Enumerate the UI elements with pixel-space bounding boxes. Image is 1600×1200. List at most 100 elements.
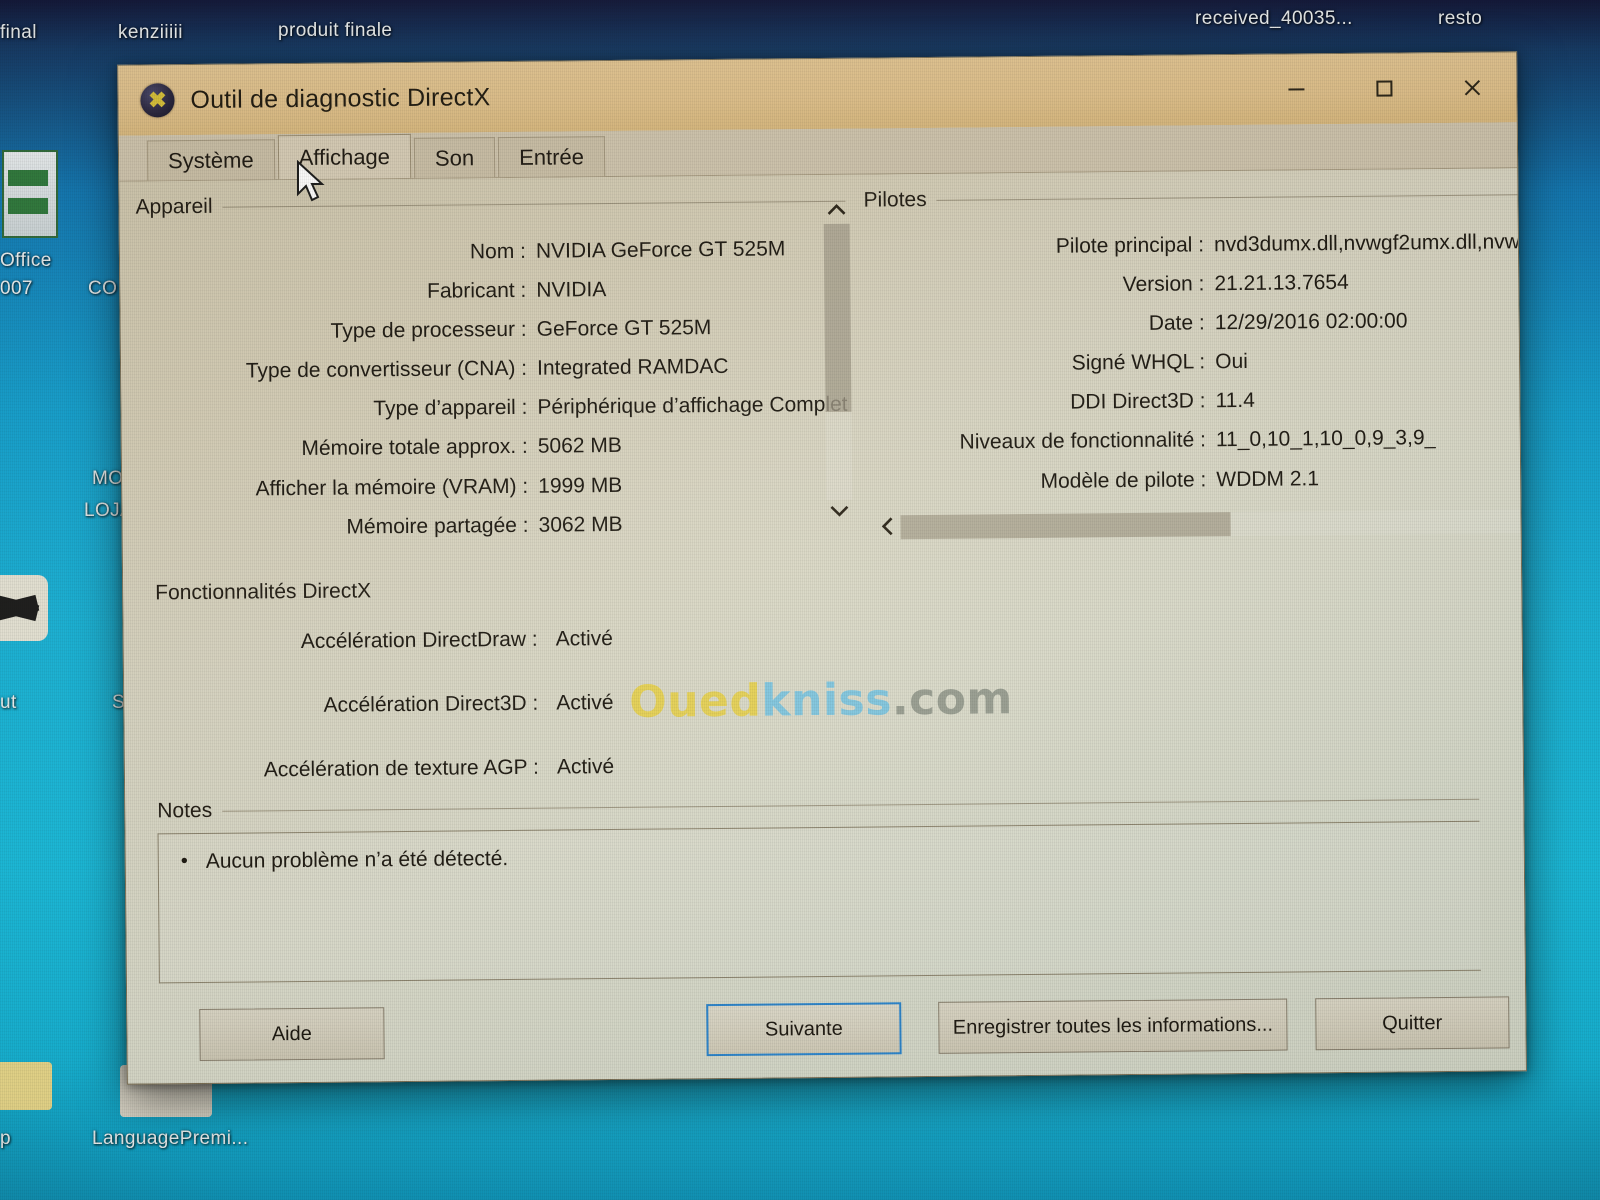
desktop-icon-office[interactable]: Office — [0, 250, 52, 272]
desktop-icon-glyph-office-inner — [8, 170, 48, 186]
desktop: final kenziiiii produit finale received_400… — [0, 0, 1600, 1200]
drivers-group-title: Pilotes — [864, 182, 1526, 213]
note-item: • Aucun problème n’a été détecté. — [181, 838, 1480, 874]
field-value: 1999 MB — [538, 473, 623, 498]
tab-syst-me[interactable]: Système — [146, 139, 275, 181]
scroll-track[interactable] — [900, 509, 1526, 540]
field-row: Date : 12/29/2016 02:00:00 — [865, 308, 1526, 338]
maximize-icon[interactable] — [1340, 53, 1429, 124]
desktop-icon-office-year[interactable]: 007 — [0, 278, 33, 300]
tab-entr-e[interactable]: Entrée — [497, 136, 606, 178]
dxdiag-window[interactable]: ✖ Outil de diagnostic DirectX Système Aff… — [117, 51, 1527, 1085]
scroll-track[interactable] — [823, 223, 853, 500]
desktop-icon-produit-finale[interactable]: produit finale — [278, 20, 392, 42]
field-label: Mémoire partagée : — [346, 513, 529, 539]
directx-feature-label: Accélération de texture AGP : — [263, 755, 540, 782]
scroll-thumb[interactable] — [823, 223, 852, 412]
field-value: NVIDIA GeForce GT 525M — [535, 237, 786, 263]
directx-feature-label: Accélération DirectDraw : — [300, 627, 538, 654]
minimize-icon[interactable] — [1252, 54, 1341, 125]
field-value: nvd3dumx.dll,nvwgf2umx.dll,nvwgf2u — [1213, 229, 1526, 257]
save-all-info-button[interactable]: Enregistrer toutes les informations... — [937, 998, 1289, 1054]
chevron-left-icon[interactable] — [875, 515, 901, 540]
field-value: 11.4 — [1215, 389, 1255, 413]
notes-box: • Aucun problème n’a été détecté. — [157, 820, 1481, 984]
field-value: 21.21.13.7654 — [1214, 271, 1349, 296]
tab-affichage[interactable]: Affichage — [277, 133, 412, 180]
field-label: Niveaux de fonctionnalité : — [959, 428, 1207, 455]
field-row: Niveaux de fonctionnalité : 11_0,10_1,10_… — [866, 425, 1526, 455]
desktop-icon-p[interactable]: p — [0, 1128, 11, 1150]
drivers-field-list: Pilote principal : nvd3dumx.dll,nvwgf2umx… — [864, 230, 1526, 494]
window-title: Outil de diagnostic DirectX — [190, 82, 491, 114]
field-label: Type de processeur : — [330, 318, 527, 343]
next-button[interactable]: Suivante — [706, 1002, 902, 1057]
window-body: Appareil Nom : NVIDIA GeForce GT 525M Fabr… — [119, 168, 1526, 1084]
field-row: Afficher la mémoire (VRAM) : 1999 MB — [138, 471, 848, 501]
field-value: GeForce GT 525M — [536, 316, 712, 341]
directx-feature-label: Accélération Direct3D : — [323, 691, 539, 717]
window-titlebar[interactable]: ✖ Outil de diagnostic DirectX — [118, 52, 1517, 136]
device-vertical-scrollbar[interactable] — [820, 203, 857, 521]
field-row: Type d’appareil : Périphérique d’affichag… — [137, 393, 847, 423]
desktop-icon-ut[interactable]: ut — [0, 692, 17, 714]
footer-buttons: Aide Suivante Enregistrer toutes les inf… — [143, 990, 1510, 1067]
device-group-title: Appareil — [135, 189, 845, 220]
field-label: Signé WHQL : — [1071, 350, 1206, 375]
drivers-horizontal-scrollbar[interactable] — [875, 504, 1526, 545]
desktop-icon-resto[interactable]: resto — [1438, 8, 1482, 30]
scroll-thumb[interactable] — [900, 512, 1231, 540]
desktop-icon-glyph-folder-yellow[interactable] — [0, 1062, 52, 1110]
field-value: 5062 MB — [537, 434, 622, 459]
field-row: DDI Direct3D : 11.4 — [865, 386, 1525, 416]
field-label: Modèle de pilote : — [1040, 467, 1207, 493]
directx-feature-value: Activé — [556, 691, 614, 715]
watermark-part-1: Oued — [629, 675, 762, 728]
desktop-icon-final[interactable]: final — [0, 22, 37, 44]
note-text: Aucun problème n’a été détecté. — [205, 847, 509, 873]
field-row: Mémoire partagée : 3062 MB — [138, 510, 848, 540]
desktop-icon-glyph-office-inner2 — [8, 198, 48, 214]
field-row: Nom : NVIDIA GeForce GT 525M — [136, 237, 846, 267]
field-label: Type de convertisseur (CNA) : — [245, 357, 528, 383]
field-label: Fabricant : — [426, 278, 527, 303]
directx-feature-row: Accélération DirectDraw : Activé — [156, 624, 876, 655]
field-label: Mémoire totale approx. : — [301, 435, 528, 461]
quit-button[interactable]: Quitter — [1314, 996, 1510, 1051]
field-row: Type de convertisseur (CNA) : Integrated … — [137, 354, 847, 384]
tab-son[interactable]: Son — [413, 137, 496, 178]
notes-section: Notes • Aucun problème n’a été détecté. — [157, 786, 1503, 984]
field-value: 11_0,10_1,10_0,9_3,9_ — [1215, 426, 1437, 452]
chevron-up-icon[interactable] — [826, 203, 848, 220]
field-label: Date : — [1148, 311, 1205, 336]
watermark-part-3: .com — [891, 673, 1014, 726]
desktop-icon-received[interactable]: received_40035... — [1195, 8, 1353, 30]
field-row: Mémoire totale approx. : 5062 MB — [138, 432, 848, 462]
field-value: Integrated RAMDAC — [536, 355, 729, 381]
desktop-icon-mo[interactable]: MO — [92, 468, 123, 490]
field-value: 3062 MB — [538, 512, 623, 537]
window-controls — [1252, 52, 1517, 125]
field-row: Fabricant : NVIDIA — [136, 276, 846, 306]
note-bullet-icon: • — [180, 850, 188, 873]
field-label: DDI Direct3D : — [1070, 389, 1206, 414]
close-icon[interactable] — [1428, 52, 1517, 123]
desktop-icon-co[interactable]: CO — [88, 278, 117, 300]
notes-list: • Aucun problème n’a été détecté. — [181, 838, 1480, 874]
field-label: Type d’appareil : — [373, 396, 528, 421]
field-label: Nom : — [469, 239, 527, 264]
directx-feature-value: Activé — [555, 627, 613, 651]
help-button[interactable]: Aide — [199, 1007, 385, 1061]
chevron-down-icon[interactable] — [829, 504, 851, 521]
directx-feature-value: Activé — [556, 755, 615, 779]
desktop-icon-glyph-office[interactable] — [2, 150, 58, 238]
field-value: WDDM 2.1 — [1216, 466, 1320, 491]
field-label: Afficher la mémoire (VRAM) : — [255, 474, 529, 500]
field-label: Pilote principal : — [1055, 233, 1205, 258]
ouedkniss-watermark: Ouedkniss.com — [629, 673, 1013, 728]
desktop-icon-languagepremi[interactable]: LanguagePremi... — [92, 1128, 248, 1150]
directx-feature-row: Accélération de texture AGP : Activé — [157, 752, 877, 783]
desktop-icon-kenziiiii[interactable]: kenziiiii — [118, 22, 183, 44]
field-row: Pilote principal : nvd3dumx.dll,nvwgf2umx… — [864, 230, 1526, 260]
device-field-list: Nom : NVIDIA GeForce GT 525M Fabricant : NV… — [136, 237, 849, 541]
